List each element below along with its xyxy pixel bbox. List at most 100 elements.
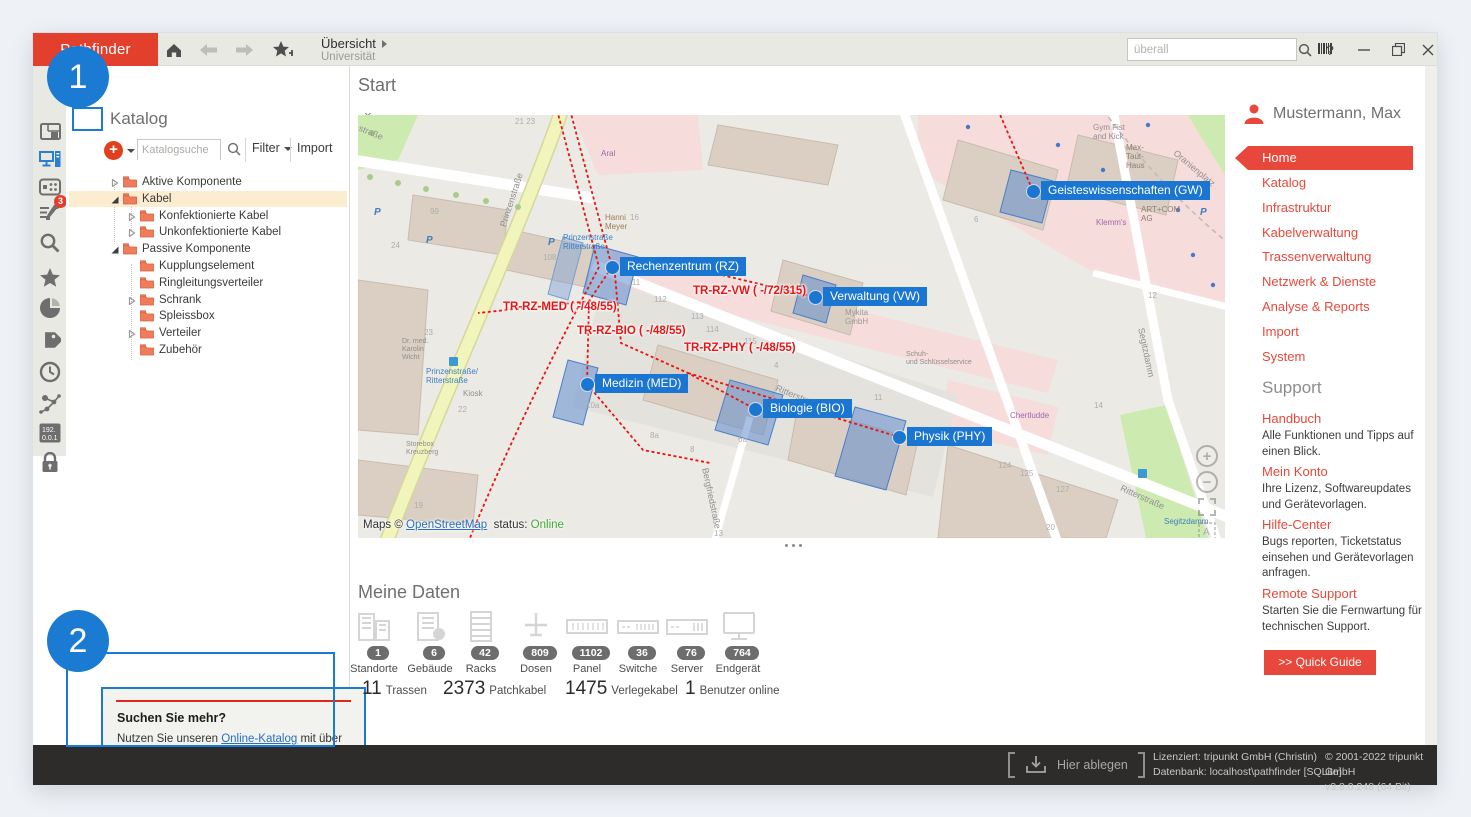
expand-icon[interactable] [128,296,136,304]
global-search-input[interactable] [1128,44,1294,56]
tree-item[interactable]: Passive Komponente [69,241,347,257]
tree-item[interactable]: Aktive Komponente [69,174,347,190]
tree-item[interactable]: Kabel [69,191,347,207]
add-dropdown-icon[interactable] [127,149,135,153]
fullscreen-button[interactable] [1197,497,1217,517]
breadcrumb-primary[interactable]: Übersicht [321,36,376,51]
building-marker-dot[interactable] [749,403,762,416]
tree-item[interactable]: Kupplungselement [69,258,347,274]
menu-item-katalog[interactable]: Katalog [1262,175,1306,190]
tree-item[interactable]: Spleissbox [69,308,347,324]
add-button[interactable]: + [104,141,123,160]
tree-item-label: Zubehör [159,344,202,356]
restore-button[interactable] [1385,37,1411,62]
menu-item-trassenverwaltung[interactable]: Trassenverwaltung [1262,249,1371,264]
filter-button[interactable]: Filter [252,141,292,155]
drop-download-icon [1023,753,1049,777]
folder-icon [140,226,159,238]
divider [245,138,246,162]
panel-splitter[interactable] [778,541,808,549]
add-favorite-icon[interactable] [271,39,293,61]
menu-item-import[interactable]: Import [1262,324,1299,339]
map-canvas[interactable]: PPPP PrinzenstraßeRitterstraßeRitterstra… [358,115,1225,538]
map-text: 112 [654,295,667,304]
zoom-in-button[interactable]: + [1196,445,1218,467]
expand-icon[interactable] [128,329,136,337]
building-label[interactable]: Verwaltung (VW) [823,287,927,306]
piechart-icon[interactable] [38,296,62,320]
menu-item-netzwerk-dienste[interactable]: Netzwerk & Dienste [1262,274,1376,289]
global-search[interactable] [1127,38,1297,61]
topology-icon[interactable] [38,391,62,415]
catalog-search-icon[interactable] [223,138,245,160]
expand-icon[interactable] [128,228,136,236]
building-label[interactable]: Medizin (MED) [595,374,688,393]
bracket-left [1008,752,1015,778]
tag-icon[interactable] [38,328,62,352]
breadcrumb[interactable]: Übersicht [321,36,387,51]
expand-icon[interactable] [111,178,119,186]
tree-item[interactable]: Verteiler [69,325,347,341]
building-label[interactable]: Biologie (BIO) [763,399,852,418]
route-label[interactable]: TR-RZ-BIO ( -/48/55) [577,325,686,337]
map-text: 19 [414,501,423,510]
collapse-icon[interactable] [111,245,119,253]
map-attribution: Maps © OpenStreetMap status: Online [363,519,564,531]
tree-item[interactable]: Schrank [69,292,347,308]
user-info[interactable]: Mustermann, Max [1243,103,1401,125]
lock-icon[interactable] [38,451,62,475]
search-icon[interactable] [38,231,62,255]
close-window-button[interactable] [1415,37,1441,62]
support-link-desc: Ihre Lizenz, Softwareupdates und Gerätev… [1262,482,1422,513]
openstreetmap-link[interactable]: OpenStreetMap [406,519,487,531]
floorplan-icon[interactable] [38,120,62,144]
menu-item-analyse-reports[interactable]: Analyse & Reports [1262,299,1370,314]
support-link-title[interactable]: Hilfe-Center [1262,517,1422,532]
ip-icon[interactable]: 192.0.0.1 [38,421,62,445]
collapse-icon[interactable] [111,195,119,203]
support-link-title[interactable]: Handbuch [1262,411,1422,426]
tools-icon[interactable]: 3 [38,200,62,224]
route-label[interactable]: TR-RZ-MED ( -/48/55) [503,301,617,313]
minimize-button[interactable] [1351,37,1377,62]
back-icon[interactable] [198,39,220,61]
quick-guide-button[interactable]: >> Quick Guide [1264,650,1376,675]
building-label[interactable]: Geisteswissenschaften (GW) [1041,181,1210,200]
catalog-search-input[interactable] [138,141,220,160]
route-label[interactable]: TR-RZ-PHY ( -/48/55) [684,342,796,354]
building-marker-dot[interactable] [606,261,619,274]
online-katalog-link[interactable]: Online-Katalog [221,733,297,745]
history-icon[interactable] [38,360,62,384]
favorites-icon[interactable] [38,265,62,289]
menu-item-system[interactable]: System [1262,349,1305,364]
support-link-title[interactable]: Mein Konto [1262,464,1422,479]
building-label[interactable]: Rechenzentrum (RZ) [620,257,746,276]
building-marker-dot[interactable] [581,378,594,391]
copyright-info: © 2001-2022 tripunkt GmbH v3.8.0.248 (64… [1325,750,1437,795]
menu-item-kabelverwaltung[interactable]: Kabelverwaltung [1262,225,1358,240]
home-icon[interactable] [163,39,185,61]
import-button[interactable]: Import [297,141,332,155]
building-marker-dot[interactable] [893,431,906,444]
tree-item[interactable]: Konfektionierte Kabel [69,208,347,224]
left-toolbar: 3 192.0.0.1 [33,66,66,456]
menu-item-home[interactable]: Home [1235,146,1413,170]
support-link-title[interactable]: Remote Support [1262,586,1422,601]
search-icon[interactable] [1294,42,1316,58]
select-area-button[interactable]: A [1197,521,1217,538]
building-marker-dot[interactable] [809,291,822,304]
building-marker-dot[interactable] [1027,185,1040,198]
map-text: 99 [430,207,439,216]
catalog-search[interactable] [137,139,221,160]
devices-icon[interactable] [38,148,62,172]
building-label[interactable]: Physik (PHY) [907,427,992,446]
menu-item-infrastruktur[interactable]: Infrastruktur [1262,200,1331,215]
tree-item[interactable]: Ringleitungsverteiler [69,275,347,291]
tree-item[interactable]: Zubehör [69,342,347,358]
forward-icon[interactable] [233,39,255,61]
help-button[interactable]: ? [1317,37,1343,62]
route-label[interactable]: TR-RZ-VW ( -/72/315) [693,285,806,297]
expand-icon[interactable] [128,212,136,220]
tree-item[interactable]: Unkonfektionierte Kabel [69,224,347,240]
zoom-out-button[interactable]: − [1196,471,1218,493]
